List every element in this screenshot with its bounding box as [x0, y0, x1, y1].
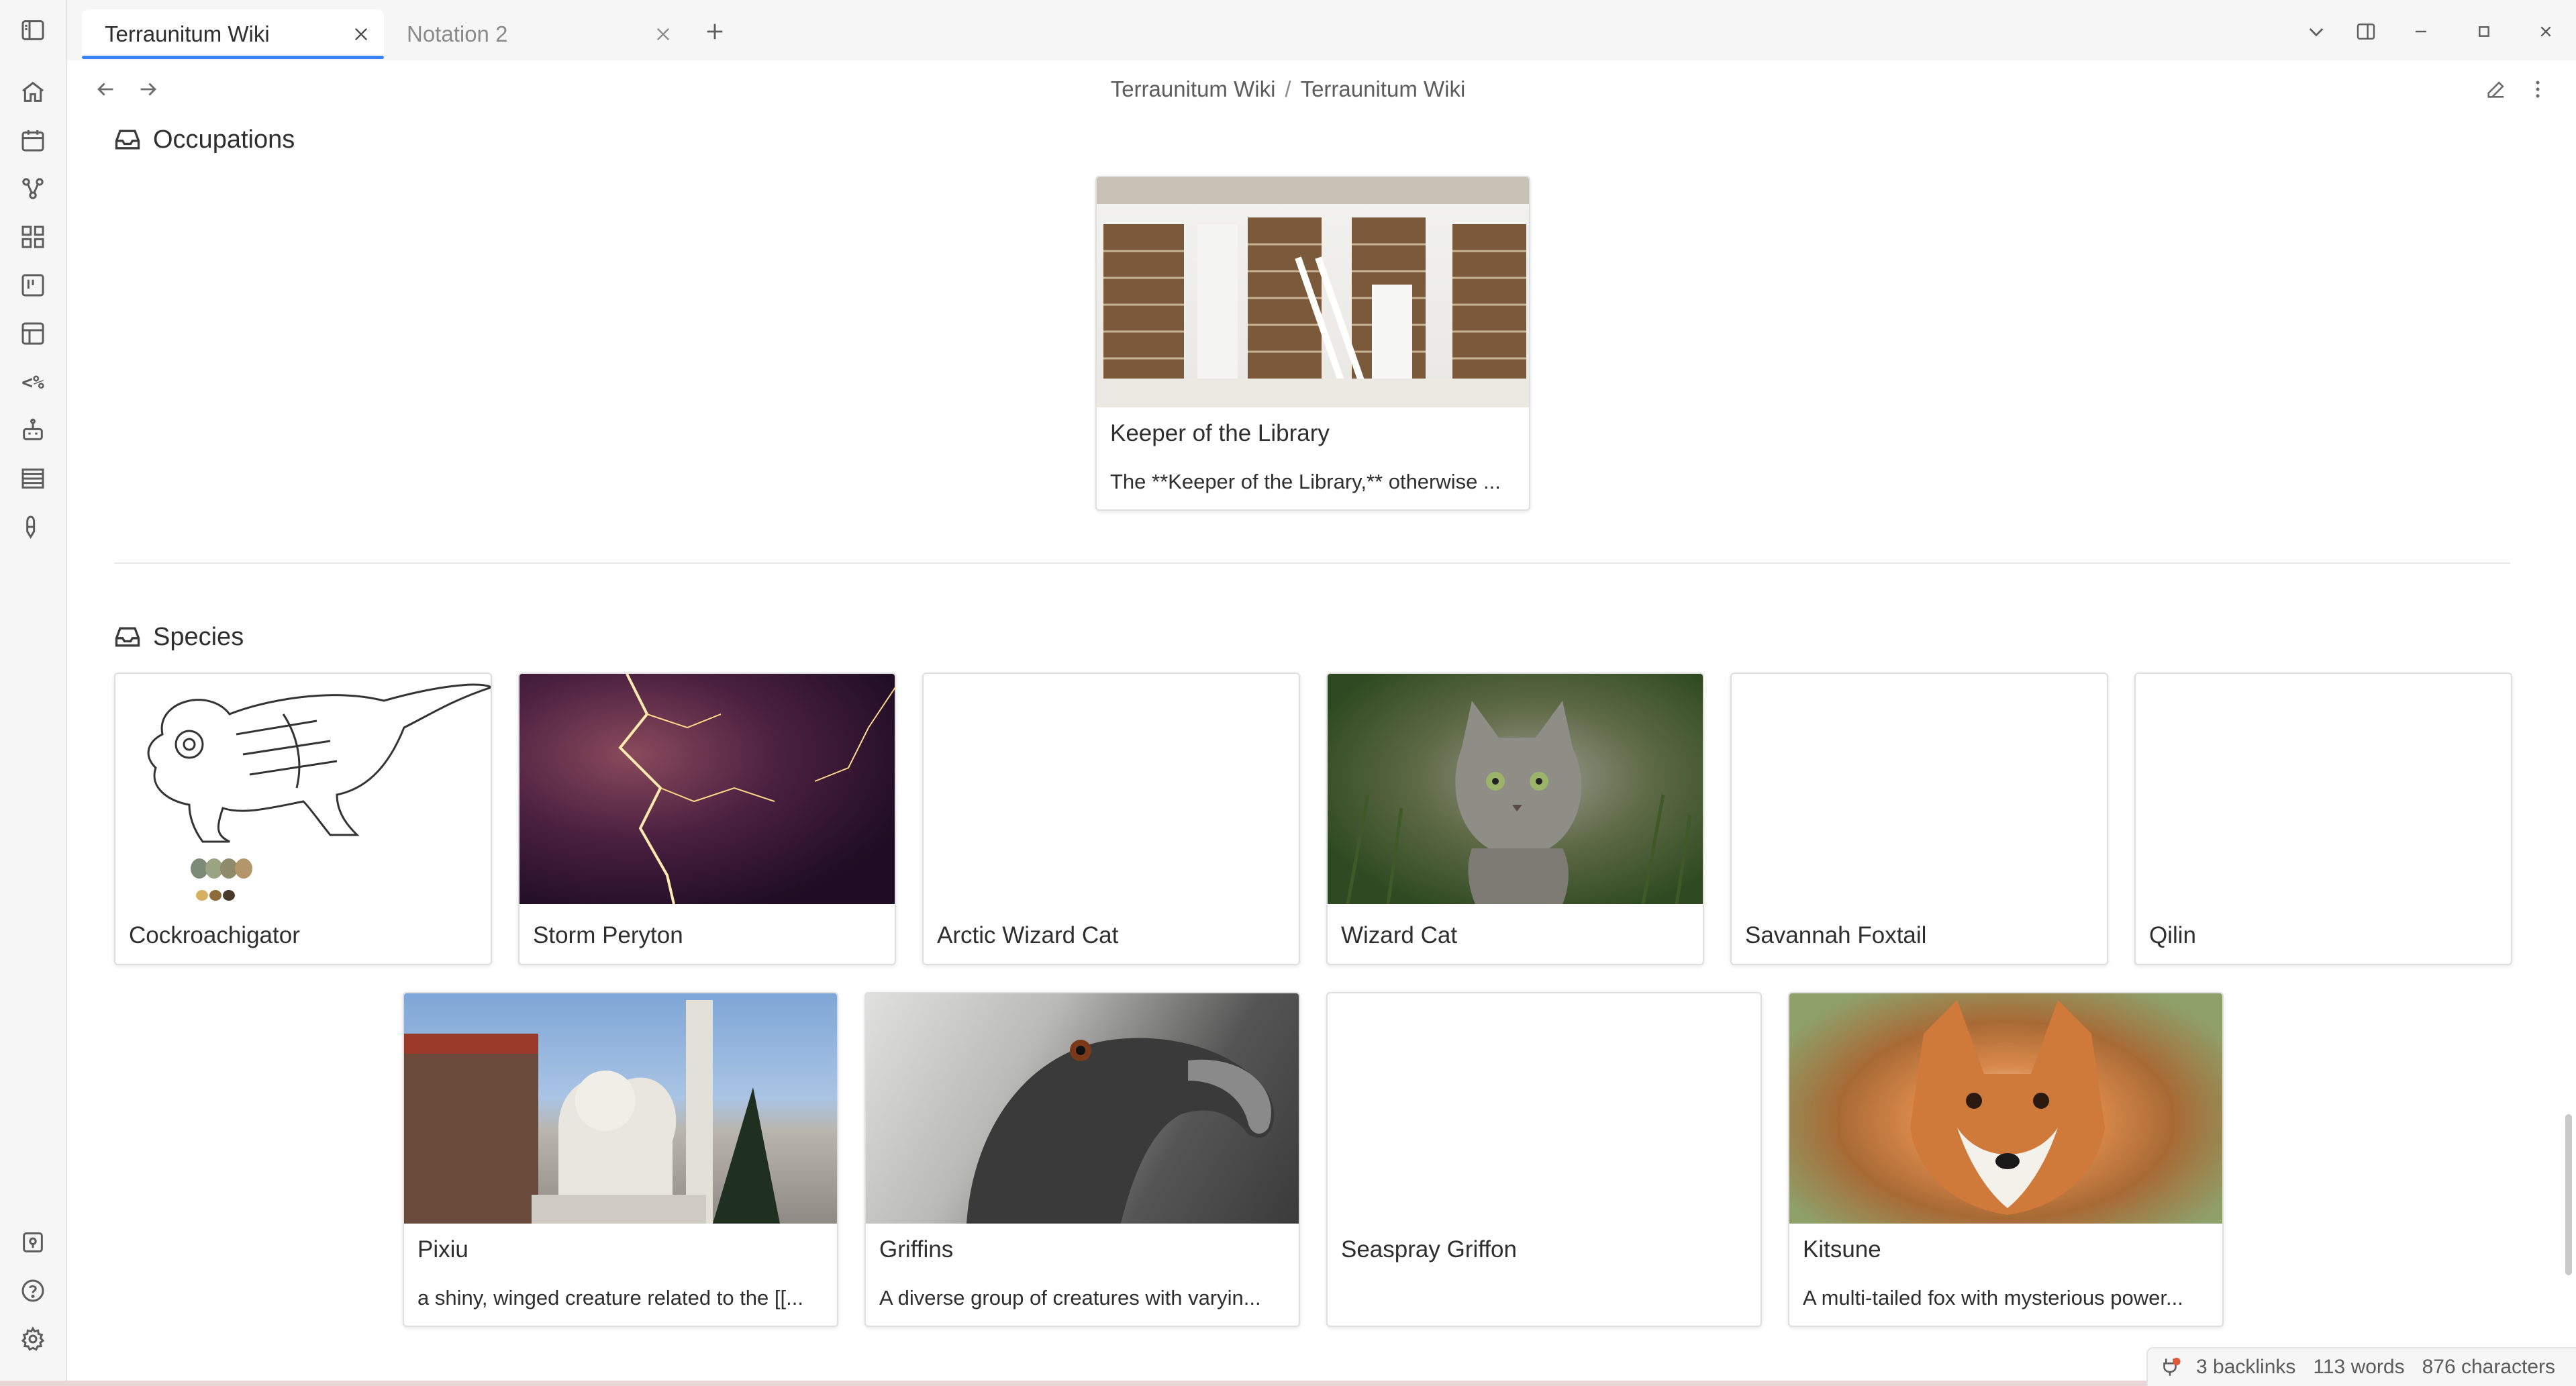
card-image-lightning: [519, 674, 895, 904]
robot-icon[interactable]: [16, 413, 50, 447]
right-sidebar-toggle-icon[interactable]: [2349, 15, 2383, 48]
maximize-icon[interactable]: [2467, 15, 2501, 48]
minimize-icon[interactable]: [2404, 15, 2438, 48]
tab-list-chevron-down-icon[interactable]: [2299, 15, 2333, 48]
card-title: Wizard Cat: [1341, 922, 1458, 948]
status-bar: 3 backlinks 113 words 876 characters: [2146, 1347, 2576, 1386]
close-window-icon[interactable]: [2529, 15, 2563, 48]
card-cockroachigator[interactable]: Cockroachigator: [114, 673, 492, 965]
templater-icon[interactable]: <%: [16, 365, 50, 399]
ribbon: <%: [0, 0, 67, 1386]
forward-arrow-icon[interactable]: [132, 72, 165, 106]
dashboard-icon[interactable]: [16, 220, 50, 254]
graph-icon[interactable]: [16, 172, 50, 205]
calendar-icon[interactable]: [16, 123, 50, 157]
card-title: Keeper of the Library: [1110, 420, 1330, 446]
plugin-sync-icon[interactable]: [2159, 1356, 2181, 1379]
inbox-icon: [115, 130, 140, 150]
section-header-species: Species: [113, 620, 244, 654]
kanban-icon[interactable]: [16, 268, 50, 302]
settings-icon[interactable]: [16, 1322, 50, 1356]
card-image-sketch: [115, 674, 491, 904]
backlinks-count[interactable]: 3 backlinks: [2196, 1356, 2295, 1379]
section-title: Occupations: [153, 125, 295, 154]
card-description: A diverse group of creatures with varyin…: [879, 1286, 1261, 1309]
card-title: Kitsune: [1803, 1236, 1881, 1263]
more-options-icon[interactable]: [2521, 72, 2555, 106]
card-arctic-wizard-cat[interactable]: Arctic Wizard Cat: [922, 673, 1300, 965]
section-divider: [114, 562, 2510, 564]
layout-icon[interactable]: [16, 317, 50, 350]
card-title: Arctic Wizard Cat: [937, 922, 1119, 948]
card-image-vulture: [866, 993, 1299, 1224]
help-icon[interactable]: [16, 1274, 50, 1307]
section-title: Species: [153, 622, 244, 651]
new-tab-button[interactable]: [698, 15, 732, 48]
back-arrow-icon[interactable]: [89, 72, 122, 106]
card-title: Storm Peryton: [533, 922, 683, 948]
card-savannah-foxtail[interactable]: Savannah Foxtail: [1730, 673, 2108, 965]
card-title: Griffins: [879, 1236, 954, 1263]
card-description: A multi-tailed fox with mysterious power…: [1803, 1286, 2183, 1309]
card-image-fox: [1789, 993, 2222, 1224]
close-icon[interactable]: [348, 21, 375, 48]
inbox-icon: [115, 627, 140, 647]
home-icon[interactable]: [16, 75, 50, 109]
card-image-library: [1097, 177, 1529, 407]
tab-label: Terraunitum Wiki: [105, 21, 270, 46]
card-description: a shiny, winged creature related to the …: [417, 1286, 803, 1309]
pen-icon[interactable]: [16, 510, 50, 544]
card-image-cat: [1328, 674, 1703, 904]
card-pixiu[interactable]: Pixiu a shiny, winged creature related t…: [403, 992, 838, 1327]
card-griffins[interactable]: Griffins A diverse group of creatures wi…: [864, 992, 1300, 1327]
card-seaspray-griffon[interactable]: Seaspray Griffon: [1326, 992, 1762, 1327]
breadcrumb-note[interactable]: Terraunitum Wiki: [1301, 77, 1466, 102]
card-description: The **Keeper of the Library,** otherwise…: [1110, 470, 1501, 493]
card-storm-peryton[interactable]: Storm Peryton: [518, 673, 896, 965]
card-title: Qilin: [2149, 922, 2197, 948]
breadcrumb-separator: /: [1285, 77, 1291, 101]
card-keeper-of-the-library[interactable]: Keeper of the Library The **Keeper of th…: [1095, 176, 1530, 511]
edit-icon[interactable]: [2479, 72, 2513, 106]
card-title: Cockroachigator: [129, 922, 300, 948]
card-image-stone-lion: [404, 993, 837, 1224]
tab-notation-2[interactable]: Notation 2: [384, 9, 686, 59]
sidebar-toggle-icon[interactable]: [16, 13, 50, 47]
breadcrumb: Terraunitum Wiki / Terraunitum Wiki: [0, 72, 2576, 106]
tab-bar: Terraunitum Wiki Notation 2: [67, 0, 2576, 60]
card-kitsune[interactable]: Kitsune A multi-tailed fox with mysterio…: [1788, 992, 2224, 1327]
word-count: 113 words: [2313, 1356, 2405, 1378]
card-title: Savannah Foxtail: [1745, 922, 1927, 948]
vault-icon[interactable]: [16, 1226, 50, 1259]
section-header-occupations: Occupations: [113, 123, 295, 156]
list-icon[interactable]: [16, 462, 50, 495]
tab-label: Notation 2: [407, 21, 508, 46]
card-title: Pixiu: [417, 1236, 468, 1263]
character-count: 876 characters: [2422, 1356, 2556, 1378]
tab-terraunitum-wiki[interactable]: Terraunitum Wiki: [82, 9, 384, 59]
card-title: Seaspray Griffon: [1341, 1236, 1517, 1263]
close-icon[interactable]: [650, 21, 677, 48]
breadcrumb-vault[interactable]: Terraunitum Wiki: [1111, 77, 1276, 102]
card-qilin[interactable]: Qilin: [2134, 673, 2512, 965]
scrollbar-thumb[interactable]: [2565, 1114, 2572, 1275]
card-wizard-cat[interactable]: Wizard Cat: [1326, 673, 1704, 965]
